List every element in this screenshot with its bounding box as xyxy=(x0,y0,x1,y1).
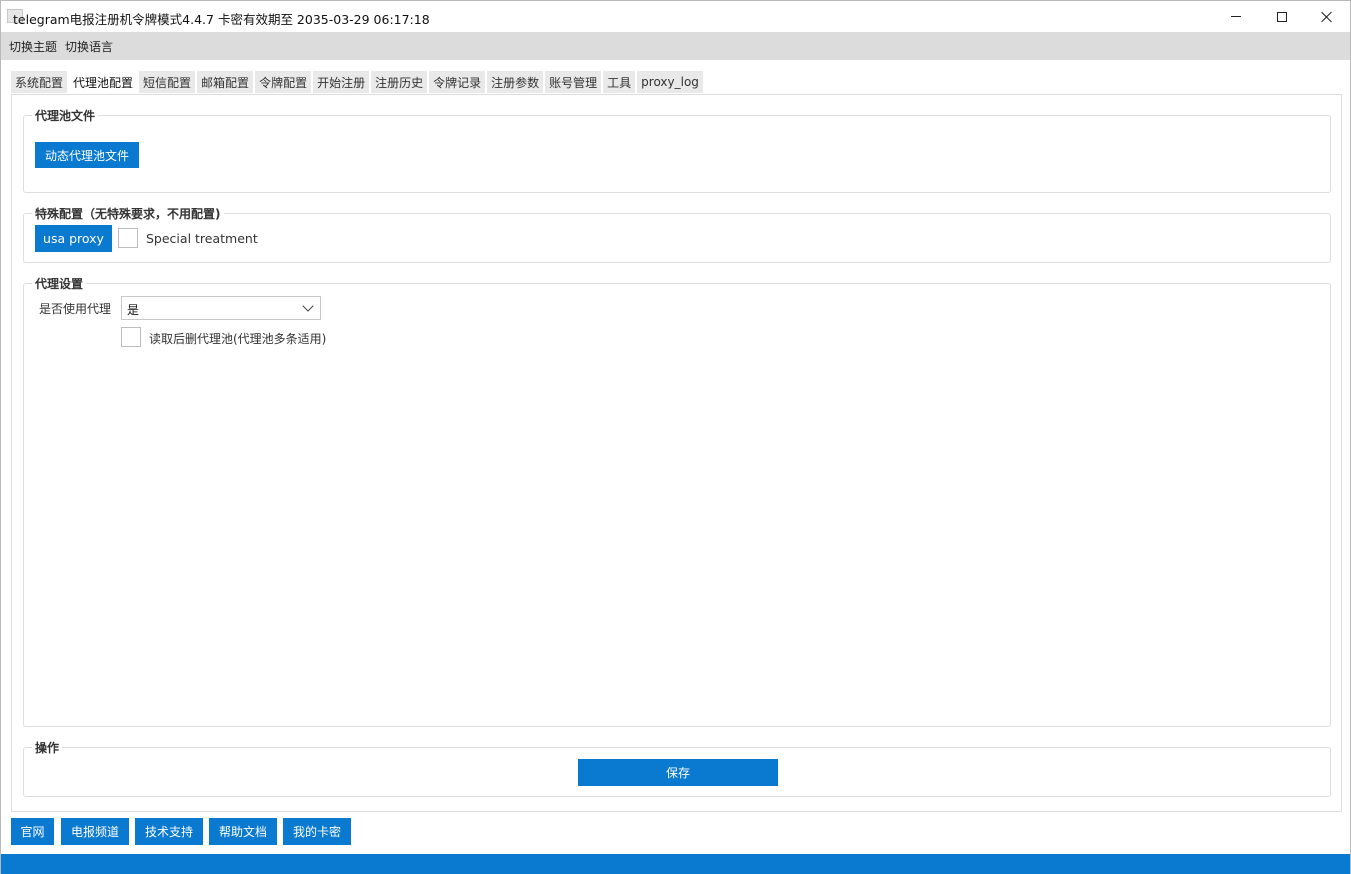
maximize-icon xyxy=(1277,11,1287,22)
help-docs-button[interactable]: 帮助文档 xyxy=(209,818,277,845)
special-treatment-checkbox[interactable] xyxy=(118,228,138,248)
status-bar xyxy=(1,854,1350,874)
close-button[interactable] xyxy=(1304,1,1350,32)
tab-system-config[interactable]: 系统配置 xyxy=(11,71,68,93)
special-config-group: 特殊配置（无特殊要求，不用配置) usa proxy Special treat… xyxy=(23,205,1331,263)
title-bar[interactable]: telegram电报注册机令牌模式4.4.7 卡密有效期至 2035-03-29… xyxy=(1,1,1350,32)
save-button[interactable]: 保存 xyxy=(578,759,778,786)
use-proxy-select[interactable]: 是 xyxy=(121,296,321,320)
operation-group: 操作 保存 xyxy=(23,739,1331,797)
close-icon xyxy=(1321,11,1333,23)
app-window: telegram电报注册机令牌模式4.4.7 卡密有效期至 2035-03-29… xyxy=(0,0,1351,874)
menu-item-switch-theme[interactable]: 切换主题 xyxy=(9,38,57,55)
window-title: telegram电报注册机令牌模式4.4.7 卡密有效期至 2035-03-29… xyxy=(13,12,430,27)
tab-token-config[interactable]: 令牌配置 xyxy=(255,71,312,93)
tab-sms-config[interactable]: 短信配置 xyxy=(139,71,196,93)
tab-register-history[interactable]: 注册历史 xyxy=(371,71,428,93)
tab-token-records[interactable]: 令牌记录 xyxy=(429,71,486,93)
operation-group-title: 操作 xyxy=(32,739,63,756)
proxy-settings-group-title: 代理设置 xyxy=(32,275,87,292)
tech-support-button[interactable]: 技术支持 xyxy=(135,818,203,845)
maximize-button[interactable] xyxy=(1259,1,1305,32)
delete-after-read-checkbox[interactable] xyxy=(121,327,141,347)
menu-item-switch-language[interactable]: 切换语言 xyxy=(65,38,113,55)
use-proxy-value: 是 xyxy=(127,303,140,317)
tab-register-params[interactable]: 注册参数 xyxy=(487,71,544,93)
proxy-file-group: 代理池文件 动态代理池文件 xyxy=(23,107,1331,193)
menu-bar: 切换主题 切换语言 xyxy=(1,32,1350,60)
tab-bar: 系统配置 代理池配置 短信配置 邮箱配置 令牌配置 开始注册 注册历史 令牌记录… xyxy=(11,71,705,93)
my-card-key-button[interactable]: 我的卡密 xyxy=(283,818,351,845)
special-treatment-label: Special treatment xyxy=(146,231,258,246)
tab-start-register[interactable]: 开始注册 xyxy=(313,71,370,93)
tab-proxy-pool-config[interactable]: 代理池配置 xyxy=(69,71,138,93)
chevron-down-icon xyxy=(302,300,314,312)
tab-proxy-log[interactable]: proxy_log xyxy=(637,71,703,93)
special-config-group-title: 特殊配置（无特殊要求，不用配置) xyxy=(32,205,224,222)
proxy-file-group-title: 代理池文件 xyxy=(32,107,99,124)
minimize-button[interactable] xyxy=(1213,1,1259,32)
dynamic-proxy-file-button[interactable]: 动态代理池文件 xyxy=(35,142,139,168)
tab-tools[interactable]: 工具 xyxy=(603,71,636,93)
official-site-button[interactable]: 官网 xyxy=(11,818,54,845)
minimize-icon xyxy=(1231,16,1241,17)
tab-account-management[interactable]: 账号管理 xyxy=(545,71,602,93)
use-proxy-label: 是否使用代理 xyxy=(39,302,112,316)
tab-email-config[interactable]: 邮箱配置 xyxy=(197,71,254,93)
tab-content-panel: 代理池文件 动态代理池文件 特殊配置（无特殊要求，不用配置) usa proxy… xyxy=(11,94,1342,812)
proxy-settings-group: 代理设置 是否使用代理 是 读取后删代理池(代理池多条适用) xyxy=(23,275,1331,727)
telegram-channel-button[interactable]: 电报频道 xyxy=(61,818,129,845)
delete-after-read-label: 读取后删代理池(代理池多条适用) xyxy=(149,332,327,346)
usa-proxy-button[interactable]: usa proxy xyxy=(35,225,112,252)
